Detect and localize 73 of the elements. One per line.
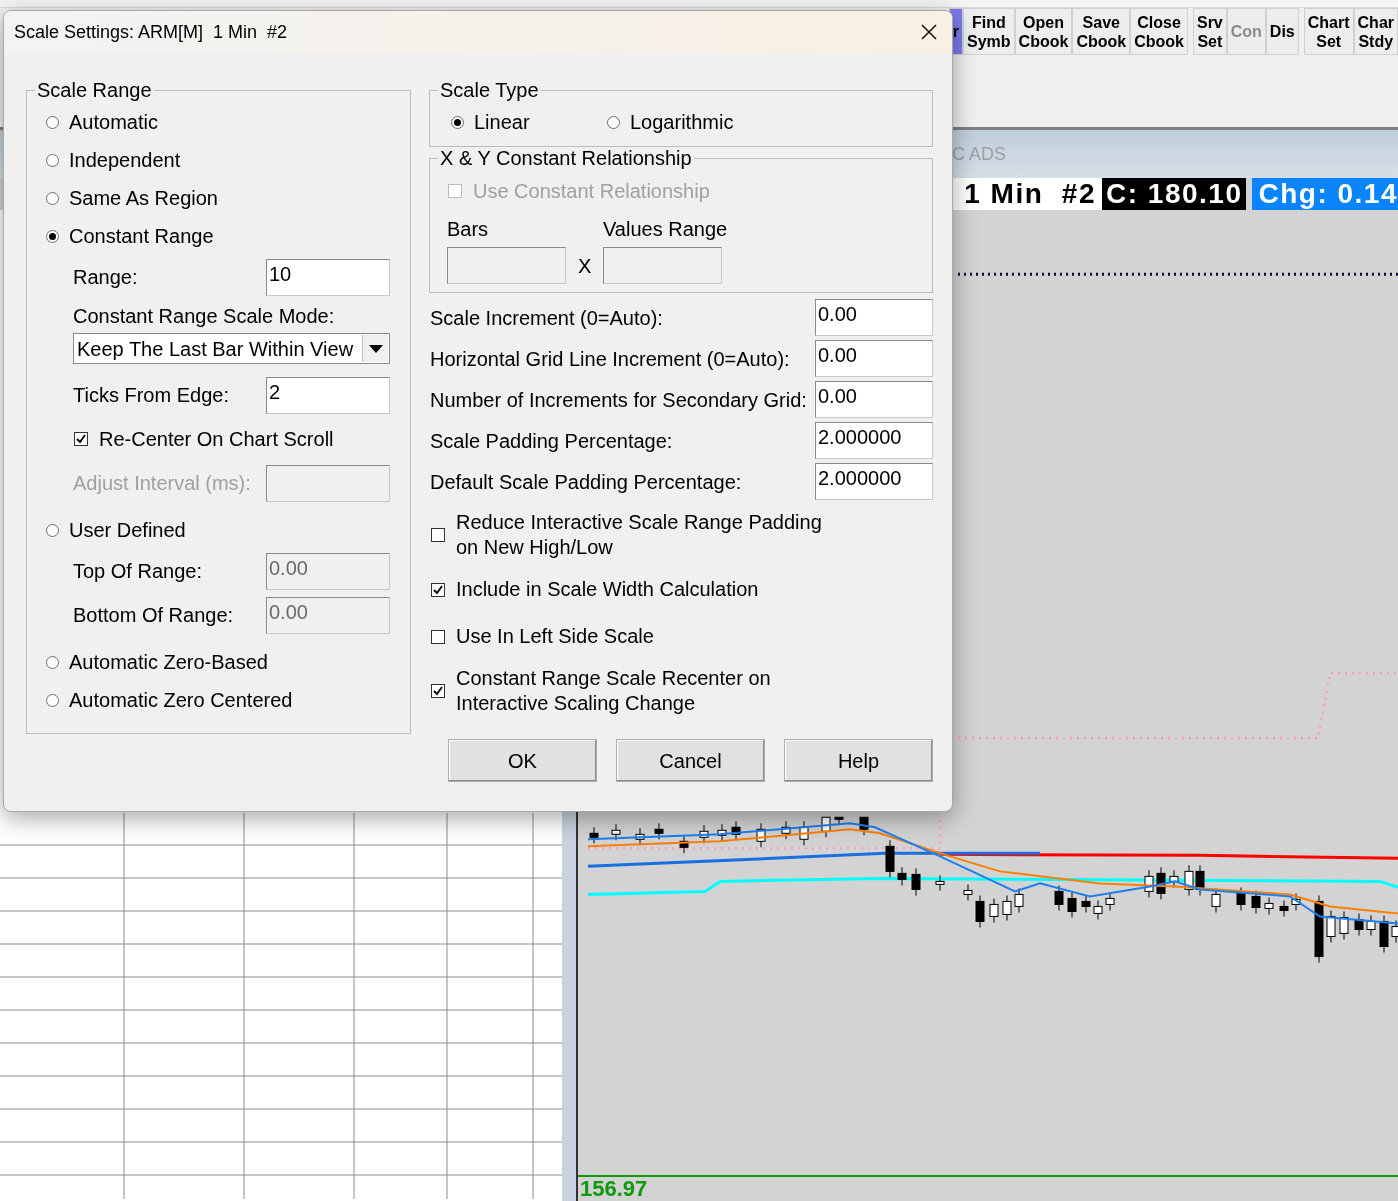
close-icon <box>921 24 937 40</box>
field-label: Scale Padding Percentage: <box>430 428 673 454</box>
input-field[interactable]: 2.000000 <box>815 422 933 459</box>
checkbox-label: Use In Left Side Scale <box>456 624 654 649</box>
radio-label: Independent <box>69 148 181 173</box>
toolbar-button[interactable]: Srv Set <box>1192 8 1227 55</box>
field-label: Adjust Interval (ms): <box>73 471 252 496</box>
dialog-button[interactable]: Help <box>784 739 933 782</box>
checkbox-label: Include in Scale Width Calculation <box>456 577 759 602</box>
field-label: Horizontal Grid Line Increment (0=Auto): <box>430 346 790 372</box>
checkbox[interactable] <box>431 528 445 542</box>
price-change: Chg: 0.14 <box>1252 178 1398 210</box>
input-field[interactable]: 10 <box>266 258 390 296</box>
radio-button[interactable] <box>607 115 620 129</box>
input-field[interactable]: 2.000000 <box>815 463 933 500</box>
window-title: Scale Settings: ARM[M] 1 Min #2 <box>13 20 288 44</box>
radio-button[interactable] <box>46 191 59 205</box>
checkbox-label: Re-Center On Chart Scroll <box>99 427 334 452</box>
group-title: X & Y Constant Relationship <box>439 147 693 169</box>
toolbar-button[interactable]: Chart Set <box>1303 8 1354 55</box>
radio-button[interactable] <box>451 115 464 129</box>
radio-label: Logarithmic <box>630 110 734 135</box>
radio-button[interactable] <box>46 115 59 129</box>
field-label: Values Range <box>603 217 728 242</box>
panel-title: C ADS <box>952 142 1007 166</box>
checkbox-label: Constant Range Scale Recenter on Interactive Scaling Change <box>456 666 771 716</box>
field-label: Bottom Of Range: <box>73 603 235 628</box>
checkbox[interactable] <box>431 684 445 698</box>
dropdown-value: Keep The Last Bar Within View <box>77 336 354 362</box>
field-label: Bars <box>447 217 490 242</box>
toolbar-button[interactable]: Open Cbook <box>1014 8 1073 55</box>
checkbox[interactable] <box>431 582 445 597</box>
toolbar-button[interactable]: Find Symb <box>963 8 1015 55</box>
toolbar-button[interactable]: Char Stdy <box>1353 8 1398 55</box>
radio-label: Automatic <box>69 110 158 135</box>
toolbar-button[interactable]: Save Cbook <box>1072 8 1131 55</box>
radio-button[interactable] <box>46 693 59 707</box>
radio-button[interactable] <box>46 153 59 167</box>
toolbar-button[interactable]: Close Cbook <box>1130 8 1188 55</box>
checkbox-label: Reduce Interactive Scale Range Padding on New High/Low <box>456 510 822 560</box>
group-title: Scale Type <box>439 79 540 101</box>
price-label: 156.97 <box>579 1176 648 1201</box>
input-field[interactable]: 0.00 <box>815 299 933 336</box>
radio-button[interactable] <box>46 523 59 537</box>
checkbox[interactable] <box>74 432 88 446</box>
dialog-button[interactable]: Cancel <box>616 739 765 782</box>
field-label: Range: <box>73 265 139 290</box>
input-field[interactable]: 0.00 <box>815 381 933 418</box>
radio-label: Automatic Zero-Based <box>69 650 268 675</box>
multiply-sign: X <box>578 253 592 279</box>
field-label: Number of Increments for Secondary Grid: <box>430 387 807 413</box>
radio-label: Same As Region <box>69 186 218 211</box>
radio-button[interactable] <box>46 655 59 669</box>
checkbox-label: Use Constant Relationship <box>473 179 710 204</box>
field-label: Scale Increment (0=Auto): <box>430 305 663 331</box>
field-label: Top Of Range: <box>73 559 203 584</box>
toolbar-button[interactable]: Dis <box>1265 8 1299 55</box>
radio-label: Linear <box>474 110 530 135</box>
field-label: Constant Range Scale Mode: <box>73 304 335 329</box>
radio-label: Constant Range <box>69 224 214 249</box>
field-label: Ticks From Edge: <box>73 383 230 408</box>
input-field[interactable]: 0.00 <box>815 340 933 377</box>
caret-icon <box>362 335 388 362</box>
field-label: Default Scale Padding Percentage: <box>430 469 742 495</box>
radio-label: Automatic Zero Centered <box>69 688 293 713</box>
dialog-button[interactable]: OK <box>448 739 597 782</box>
group-title: Scale Range <box>36 79 153 101</box>
dropdown[interactable]: Keep The Last Bar Within View <box>73 333 390 364</box>
checkbox[interactable] <box>431 629 445 644</box>
radio-button[interactable] <box>46 229 59 243</box>
close-price: C: 180.10 <box>1102 178 1247 210</box>
input-field[interactable]: 2 <box>266 376 390 414</box>
radio-label: User Defined <box>69 518 186 543</box>
